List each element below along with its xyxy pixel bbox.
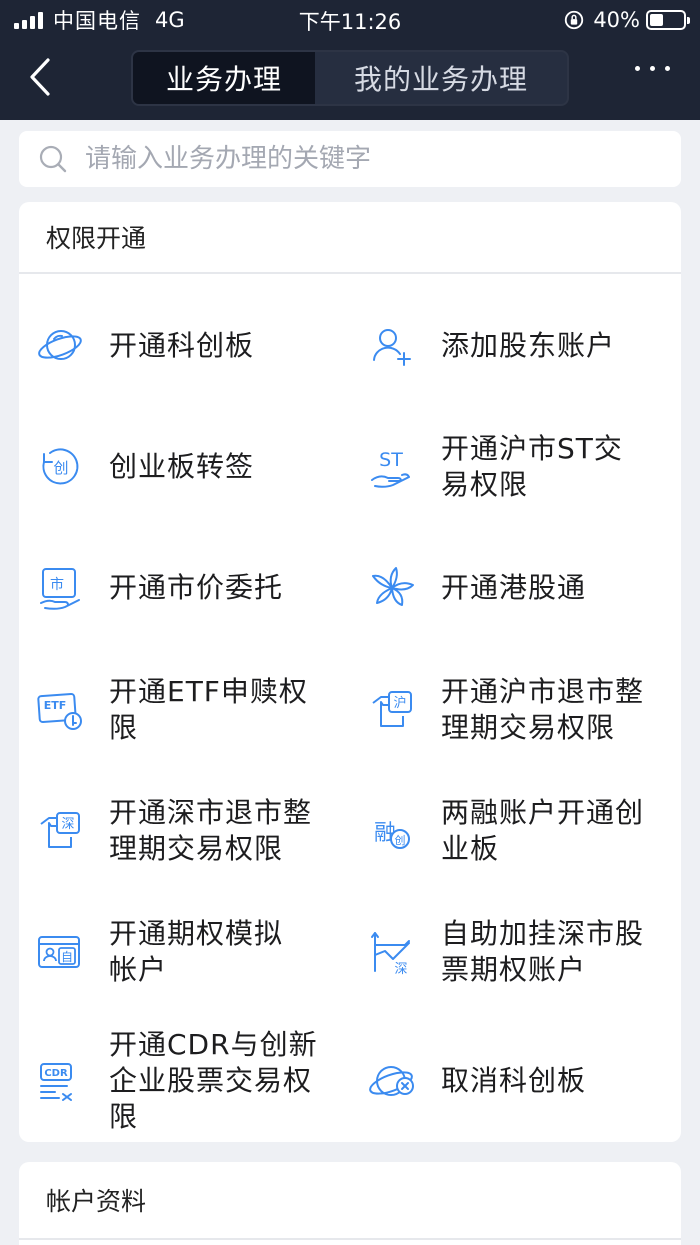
section-title: 帐户资料 [19, 1162, 681, 1240]
planet-cancel-icon [369, 1066, 414, 1096]
service-label: 开通期权模拟帐户 [109, 917, 284, 986]
service-item[interactable]: 开通港股通 [367, 528, 667, 648]
service-item[interactable]: 市 开通市价委托 [35, 528, 345, 648]
account-info-card: 帐户资料 [19, 1162, 681, 1245]
svg-text:创: 创 [395, 834, 406, 847]
svg-text:自: 自 [61, 950, 73, 964]
shen-tshirt-icon: 深 [40, 812, 80, 848]
rotation-lock-icon [565, 10, 584, 30]
status-right: 40% [563, 6, 690, 34]
svg-text:创: 创 [53, 459, 68, 477]
back-arrow-icon[interactable] [24, 54, 64, 100]
svg-text:ETF: ETF [44, 699, 67, 712]
service-item[interactable]: CDR 开通CDR与创新企业股票交易权限 [35, 1014, 355, 1148]
service-label: 取消科创板 [441, 1064, 587, 1097]
chuang-rotate-icon: 创 [42, 448, 79, 485]
service-item[interactable]: ST 开通沪市ST交易权限 [367, 407, 667, 527]
service-item[interactable]: 取消科创板 [367, 1021, 667, 1141]
segmented-control: 业务办理 我的业务办理 [131, 50, 569, 106]
search-input[interactable] [85, 144, 681, 174]
search-bar[interactable] [19, 131, 681, 187]
service-label: 开通CDR与创新企业股票交易权限 [109, 1028, 318, 1133]
market-hand-icon: 市 [40, 568, 80, 610]
service-item[interactable]: 开通科创板 [35, 286, 345, 406]
shen-chart-icon: 深 [371, 932, 410, 977]
svg-text:沪: 沪 [393, 695, 406, 711]
cdr-icon: CDR [40, 1063, 72, 1101]
service-item[interactable]: 深 开通深市退市整理期交易权限 [35, 771, 355, 891]
nav-bar: 业务办理 我的业务办理 [0, 40, 700, 120]
service-label: 开通深市退市整理期交易权限 [109, 796, 313, 865]
bauhinia-icon [372, 567, 414, 606]
permissions-card: 权限开通 开通科创板 添加股东账户 创 创业板转签 ST 开通沪市ST交易权限 … [19, 202, 681, 1142]
service-label: 创业板转签 [109, 450, 255, 483]
svg-text:深: 深 [394, 962, 407, 977]
service-item[interactable]: 融 创 两融账户开通创业板 [367, 771, 667, 891]
service-item[interactable]: 沪 开通沪市退市整理期交易权限 [367, 650, 667, 770]
service-item[interactable]: 添加股东账户 [367, 286, 667, 406]
search-icon [39, 145, 67, 173]
planet-icon [38, 330, 82, 360]
section-title: 权限开通 [19, 202, 681, 274]
tab-my-business[interactable]: 我的业务办理 [315, 52, 567, 104]
service-item[interactable]: 自 开通期权模拟帐户 [35, 892, 345, 1012]
service-label: 开通科创板 [109, 329, 255, 362]
service-label: 开通ETF申赎权限 [109, 675, 308, 744]
status-bar: 中国电信 4G 下午11:26 40% [0, 0, 700, 40]
service-item[interactable]: ETF 开通ETF申赎权限 [35, 650, 345, 770]
service-label: 开通沪市ST交易权限 [441, 432, 623, 501]
hu-tshirt-icon: 沪 [372, 691, 412, 727]
service-label: 开通沪市退市整理期交易权限 [441, 675, 645, 744]
add-user-icon [373, 329, 411, 366]
service-item[interactable]: 创 创业板转签 [35, 407, 345, 527]
rong-chuang-icon: 融 创 [374, 821, 410, 849]
service-label: 开通港股通 [441, 571, 587, 604]
svg-text:CDR: CDR [44, 1068, 68, 1079]
service-label: 自助加挂深市股票期权账户 [441, 917, 645, 986]
service-item[interactable]: 深 自助加挂深市股票期权账户 [367, 892, 667, 1012]
etf-key-icon: ETF [37, 692, 82, 730]
battery-percent: 40% [593, 8, 640, 32]
more-icon[interactable] [635, 66, 670, 71]
st-hand-icon: ST [371, 449, 410, 488]
service-label: 两融账户开通创业板 [441, 796, 645, 865]
svg-text:ST: ST [379, 449, 403, 471]
battery-icon [646, 10, 690, 30]
svg-text:市: 市 [50, 576, 64, 593]
tab-business[interactable]: 业务办理 [133, 52, 315, 104]
service-label: 开通市价委托 [109, 571, 284, 604]
battery-fill [650, 14, 663, 26]
service-label: 添加股东账户 [441, 329, 616, 362]
id-card-icon: 自 [38, 936, 80, 968]
svg-text:深: 深 [61, 817, 74, 832]
